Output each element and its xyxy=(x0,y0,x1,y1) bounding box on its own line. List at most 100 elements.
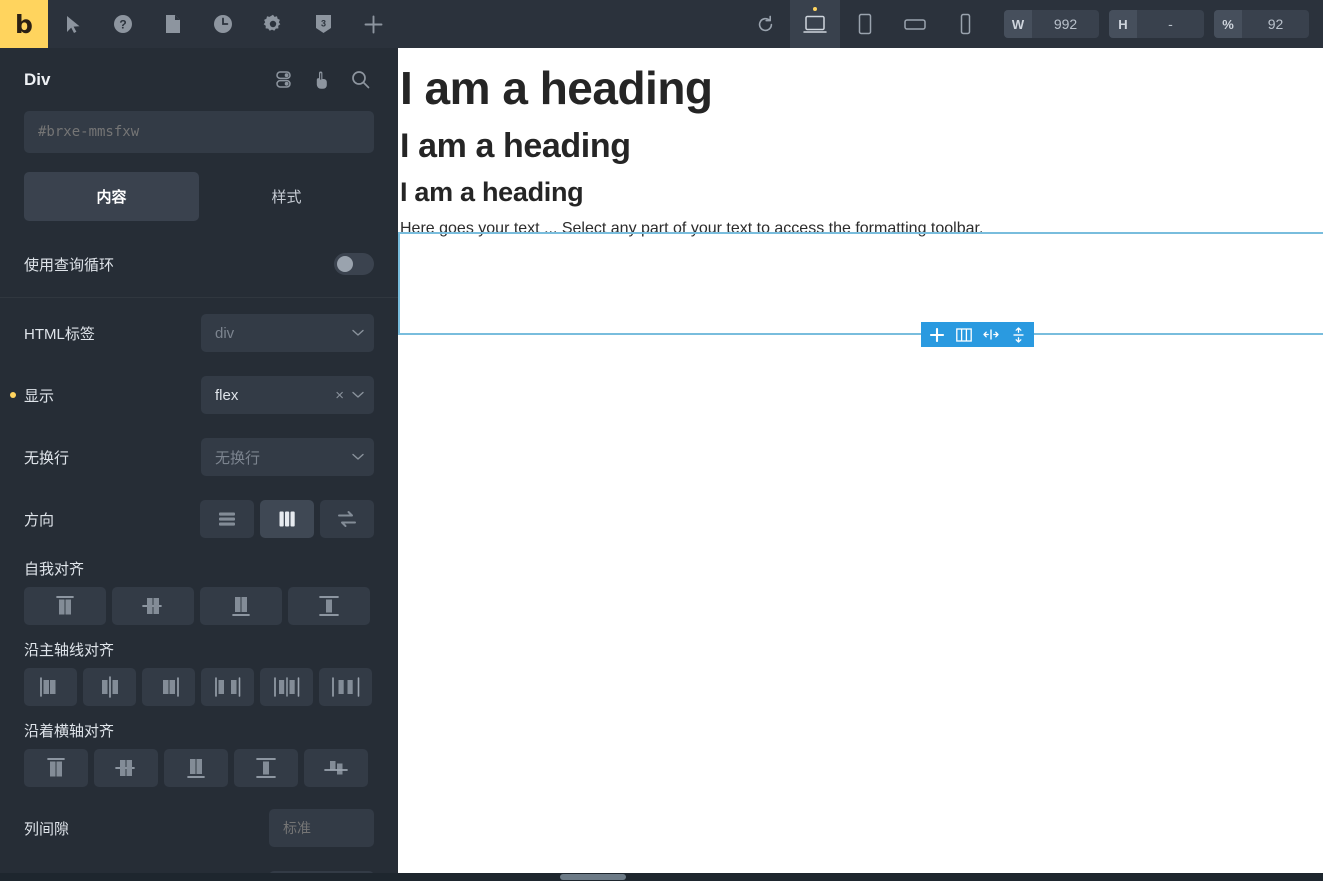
toggle-knob xyxy=(337,256,353,272)
horizontal-scrollbar-thumb[interactable] xyxy=(560,874,626,880)
display-label: 显示 xyxy=(10,385,201,406)
align-items-center-icon[interactable] xyxy=(94,749,158,787)
direction-column-icon[interactable] xyxy=(260,500,314,538)
justify-space-evenly-icon[interactable] xyxy=(319,668,372,706)
element-id-input[interactable] xyxy=(38,124,360,140)
mobile-portrait-icon[interactable] xyxy=(940,0,990,48)
align-items-group xyxy=(0,749,398,787)
section-divider xyxy=(0,297,398,298)
tab-content[interactable]: 内容 xyxy=(24,172,199,221)
panel-header: Div xyxy=(0,48,398,111)
align-items-label: 沿着横轴对齐 xyxy=(24,723,115,740)
align-self-flex-end-icon[interactable] xyxy=(200,587,282,625)
tab-style[interactable]: 样式 xyxy=(199,172,374,221)
reload-icon[interactable] xyxy=(740,0,790,48)
zoom-field[interactable]: % xyxy=(1214,10,1309,38)
top-toolbar: b ? 3 W 992 H - % 92 xyxy=(0,0,1323,48)
width-field[interactable]: W xyxy=(1004,10,1099,38)
svg-text:?: ? xyxy=(119,18,126,32)
settings-icon[interactable] xyxy=(248,0,298,48)
display-select[interactable]: flex × xyxy=(201,376,374,414)
tablet-portrait-icon[interactable] xyxy=(840,0,890,48)
align-self-label: 自我对齐 xyxy=(24,561,85,578)
html-tag-select[interactable]: div xyxy=(201,314,374,352)
justify-space-around-icon[interactable] xyxy=(260,668,313,706)
plus-icon[interactable] xyxy=(348,0,398,48)
horizontal-resize-icon[interactable] xyxy=(981,322,1001,347)
selected-div-outline[interactable] xyxy=(398,232,1323,335)
hand-pointer-icon[interactable] xyxy=(308,66,336,94)
direction-reverse-icon[interactable] xyxy=(320,500,374,538)
canvas-size-fields: W H % xyxy=(1004,0,1309,48)
direction-row: 方向 xyxy=(0,494,398,544)
heading-level-1[interactable]: I am a heading xyxy=(400,63,1323,114)
align-self-center-icon[interactable] xyxy=(112,587,194,625)
history-icon[interactable] xyxy=(198,0,248,48)
justify-space-between-icon[interactable] xyxy=(201,668,254,706)
heading-level-2[interactable]: I am a heading xyxy=(400,127,1323,165)
align-self-flex-start-icon[interactable] xyxy=(24,587,106,625)
vertical-resize-icon[interactable] xyxy=(1008,322,1028,347)
align-items-baseline-icon[interactable] xyxy=(304,749,368,787)
direction-button-group xyxy=(200,500,374,538)
height-field[interactable]: H xyxy=(1109,10,1204,38)
css-icon[interactable]: 3 xyxy=(298,0,348,48)
element-settings-panel: Div 内容 样式 xyxy=(0,48,398,873)
toggles-icon[interactable] xyxy=(270,66,298,94)
height-input[interactable] xyxy=(1137,10,1204,38)
device-active-dot xyxy=(813,7,817,11)
heading-level-3[interactable]: I am a heading xyxy=(400,177,1323,208)
tab-content-label: 内容 xyxy=(96,189,127,206)
direction-row-icon[interactable] xyxy=(200,500,254,538)
html-tag-value: div xyxy=(215,324,235,342)
chevron-down-icon xyxy=(352,453,364,461)
display-value: flex xyxy=(215,386,239,404)
column-gap-input[interactable] xyxy=(283,820,360,836)
align-items-flex-end-icon[interactable] xyxy=(164,749,228,787)
clear-icon[interactable]: × xyxy=(335,387,344,404)
width-field-key: W xyxy=(1004,10,1032,38)
page-icon[interactable] xyxy=(148,0,198,48)
add-element-icon[interactable] xyxy=(927,322,947,347)
mobile-landscape-icon[interactable] xyxy=(890,0,940,48)
bottom-bar xyxy=(0,873,1323,881)
direction-label: 方向 xyxy=(24,511,55,529)
align-self-stretch-icon[interactable] xyxy=(288,587,370,625)
nowrap-label: 无换行 xyxy=(24,449,70,467)
align-items-flex-start-icon[interactable] xyxy=(24,749,88,787)
justify-flex-start-icon[interactable] xyxy=(24,668,77,706)
justify-flex-end-icon[interactable] xyxy=(142,668,195,706)
align-items-stretch-icon[interactable] xyxy=(234,749,298,787)
page-canvas[interactable]: I am a heading I am a heading I am a hea… xyxy=(398,48,1323,873)
column-gap-field[interactable] xyxy=(269,809,374,847)
bricks-logo[interactable]: b xyxy=(0,0,48,48)
element-id-field[interactable] xyxy=(24,111,374,153)
brand-letter: b xyxy=(15,9,33,39)
nowrap-row: 无换行 无换行 xyxy=(0,432,398,482)
nowrap-select[interactable]: 无换行 xyxy=(201,438,374,476)
width-input[interactable] xyxy=(1032,10,1099,38)
height-field-key: H xyxy=(1109,10,1137,38)
top-tool-icons: ? 3 xyxy=(48,0,398,48)
row-gap-row: 行间距 xyxy=(0,865,398,873)
device-switcher xyxy=(790,0,990,48)
help-icon[interactable]: ? xyxy=(98,0,148,48)
tab-style-label: 样式 xyxy=(271,189,302,206)
justify-content-label: 沿主轴线对齐 xyxy=(24,642,115,659)
query-loop-toggle[interactable] xyxy=(334,253,374,275)
search-icon[interactable] xyxy=(346,66,374,94)
element-float-toolbar xyxy=(921,322,1034,347)
modified-indicator-dot xyxy=(10,392,16,398)
column-gap-label: 列间隙 xyxy=(24,820,70,838)
desktop-icon[interactable] xyxy=(790,0,840,48)
page-title: Div xyxy=(24,69,51,89)
query-loop-label: 使用查询循环 xyxy=(24,256,115,274)
columns-icon[interactable] xyxy=(954,322,974,347)
zoom-field-key: % xyxy=(1214,10,1242,38)
zoom-input[interactable] xyxy=(1242,10,1309,38)
column-gap-row: 列间隙 xyxy=(0,803,398,853)
cursor-icon[interactable] xyxy=(48,0,98,48)
panel-header-icons xyxy=(270,66,374,94)
justify-center-icon[interactable] xyxy=(83,668,136,706)
